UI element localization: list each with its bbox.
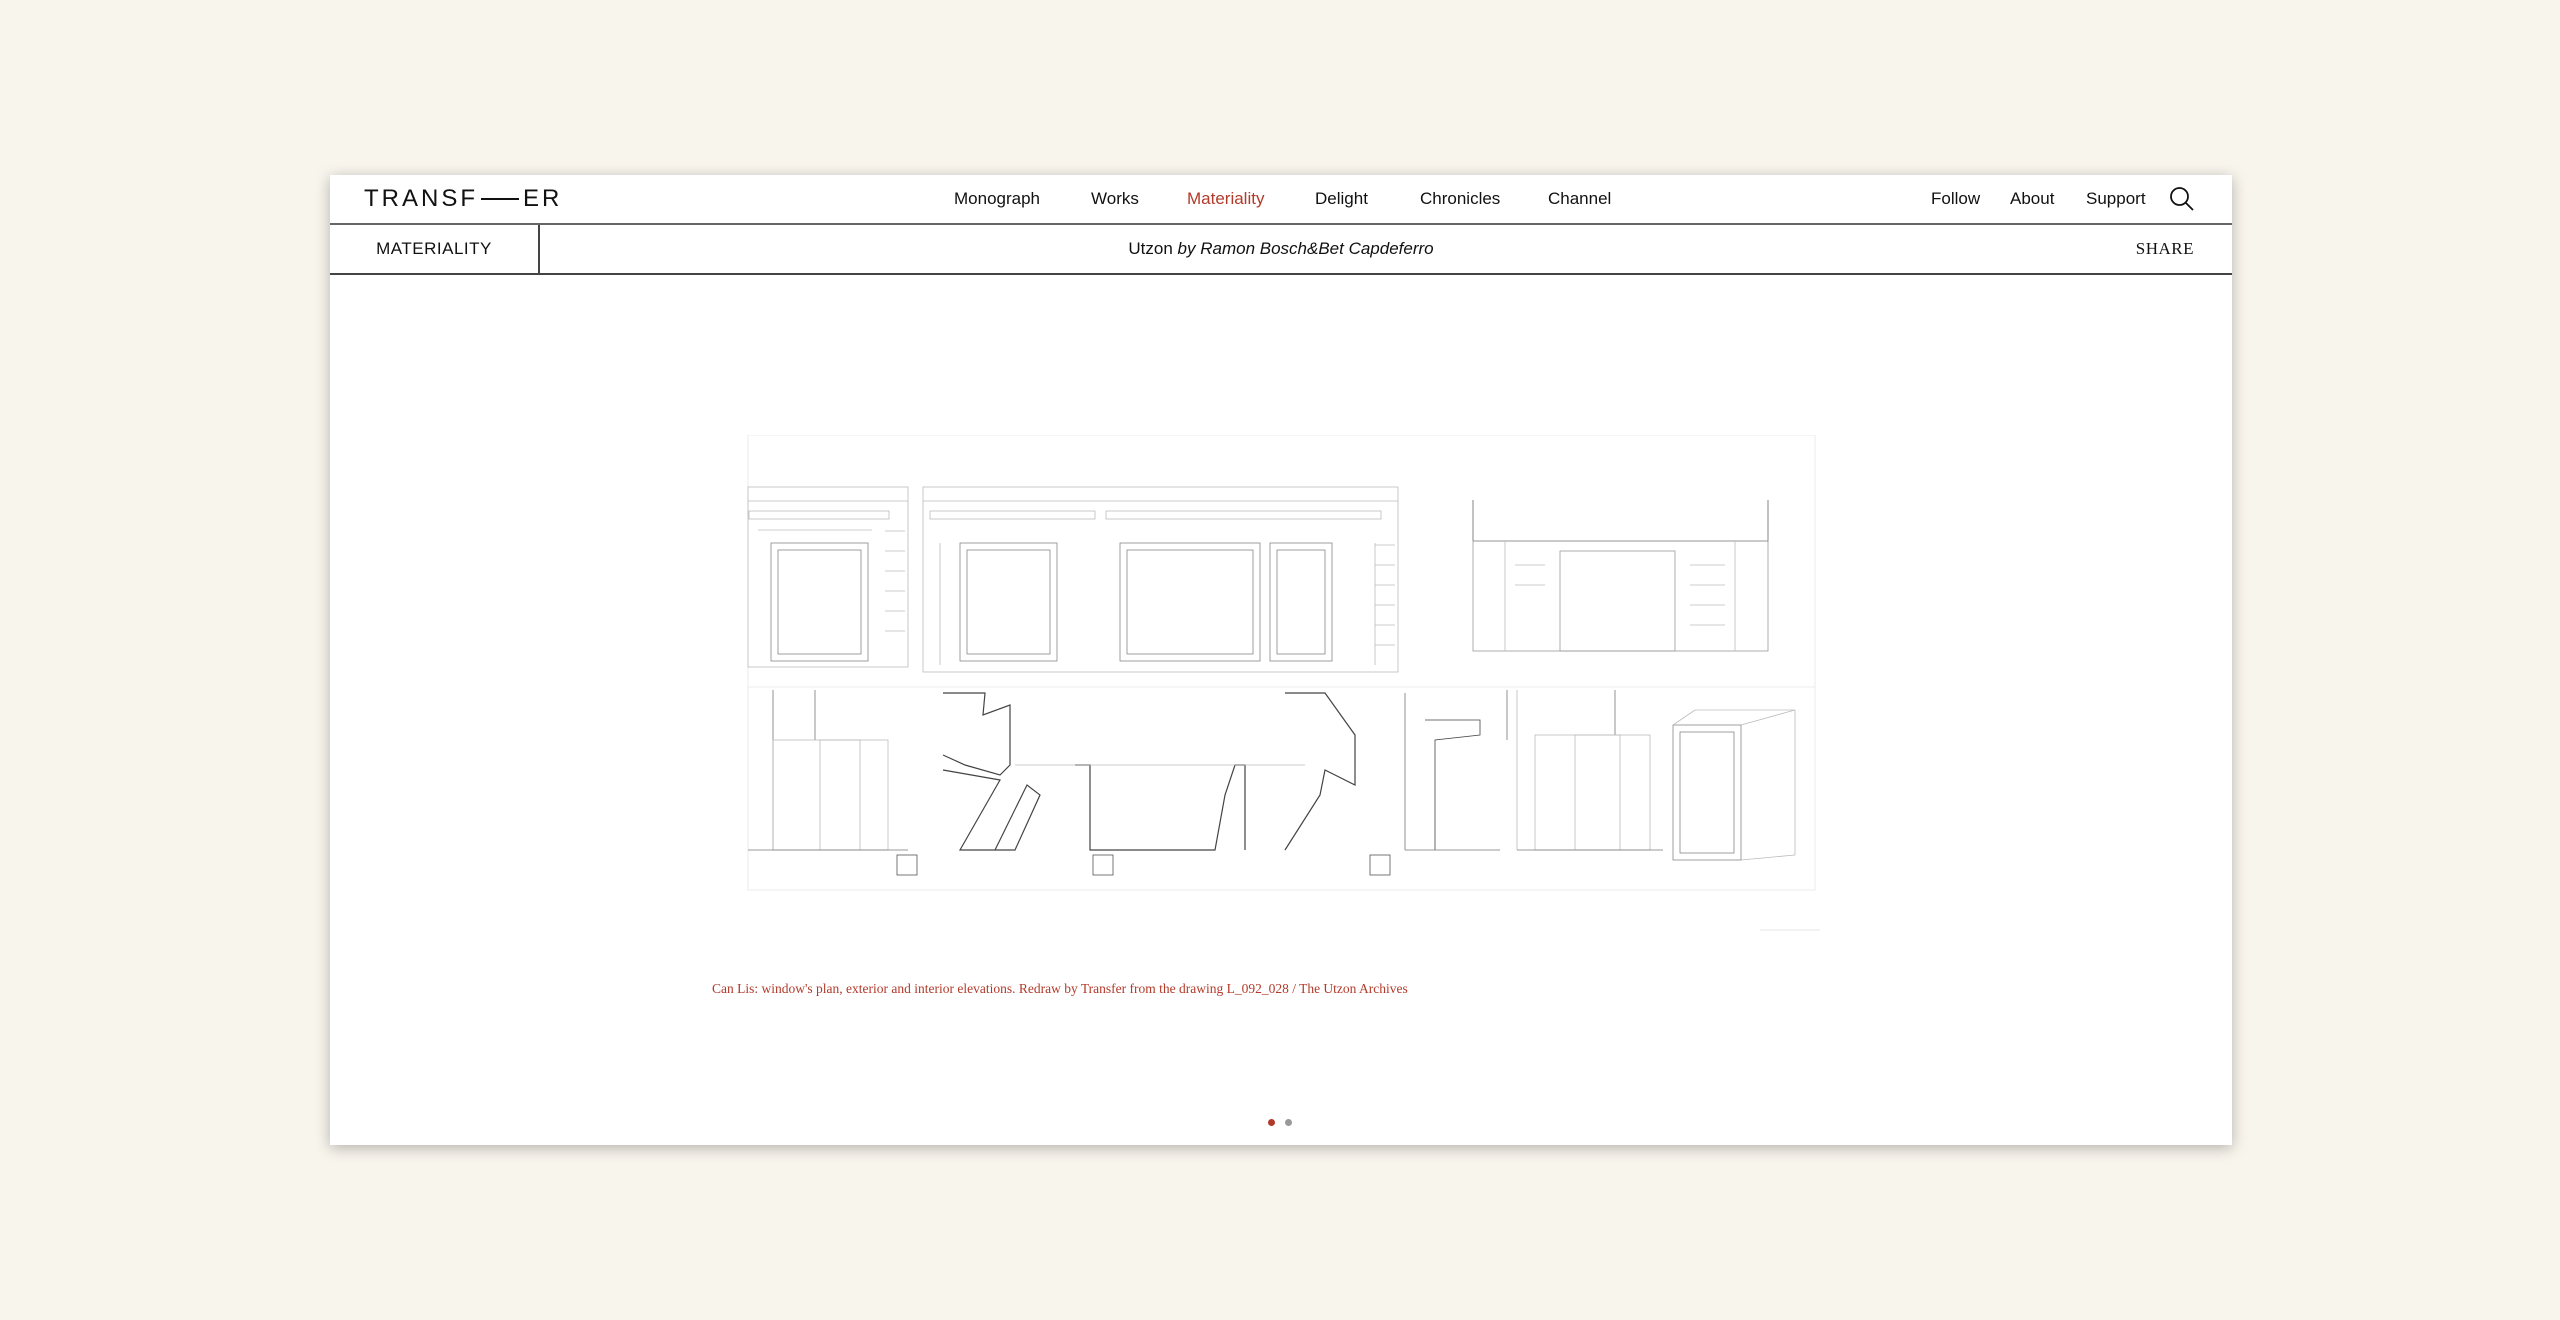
section-label[interactable]: MATERIALITY: [330, 225, 540, 273]
nav-item-works[interactable]: Works: [1091, 189, 1187, 209]
nav-item-chronicles[interactable]: Chronicles: [1420, 189, 1548, 209]
article-title: Utzon by Ramon Bosch&Bet Capdeferro: [330, 239, 2232, 259]
article-title-by: by: [1177, 239, 1196, 258]
article-header-bar: Utzon by Ramon Bosch&Bet Capdeferro MATE…: [330, 225, 2232, 275]
nav-item-about[interactable]: About: [2010, 189, 2086, 209]
nav-item-monograph[interactable]: Monograph: [954, 189, 1091, 209]
top-navigation-bar: TRANSF ER Monograph Works Materiality Del…: [330, 175, 2232, 225]
article-title-main: Utzon: [1128, 239, 1173, 258]
nav-item-delight[interactable]: Delight: [1315, 189, 1420, 209]
site-logo[interactable]: TRANSF ER: [364, 185, 562, 213]
image-caption: Can Lis: window's plan, exterior and int…: [712, 981, 1408, 996]
nav-item-materiality[interactable]: Materiality: [1187, 189, 1315, 209]
search-icon[interactable]: [2168, 185, 2196, 213]
nav-item-follow[interactable]: Follow: [1931, 189, 2010, 209]
logo-text-right: ER: [523, 185, 563, 212]
architectural-drawing-image: [747, 435, 1820, 931]
secondary-nav: Follow About Support: [1931, 189, 2146, 209]
browser-page: TRANSF ER Monograph Works Materiality Del…: [330, 175, 2232, 1145]
article-authors: Ramon Bosch&Bet Capdeferro: [1200, 239, 1434, 258]
logo-text-left: TRANSF: [364, 185, 478, 212]
main-nav: Monograph Works Materiality Delight Chro…: [954, 189, 1611, 209]
slide-pagination: [1268, 1119, 1292, 1126]
nav-item-channel[interactable]: Channel: [1548, 189, 1611, 209]
slide-dot-1[interactable]: [1268, 1119, 1275, 1126]
share-button[interactable]: SHARE: [2136, 239, 2194, 259]
logo-dash: [481, 198, 519, 200]
slide-dot-2[interactable]: [1285, 1119, 1292, 1126]
nav-item-support[interactable]: Support: [2086, 189, 2146, 209]
